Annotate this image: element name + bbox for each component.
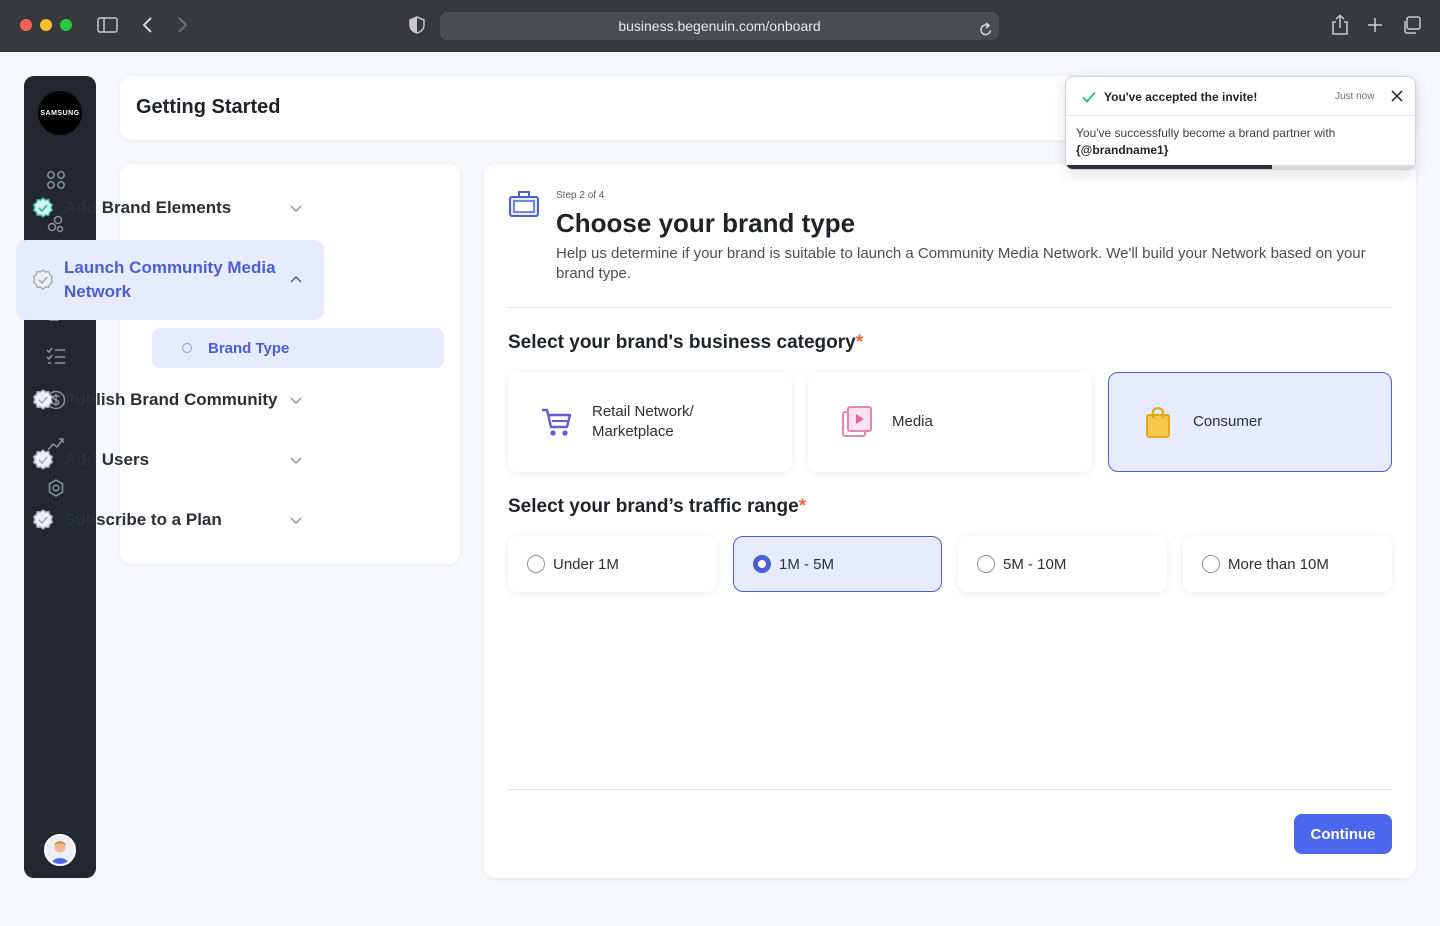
chevron-down-icon bbox=[290, 457, 302, 465]
category-label: Retail Network/ Marketplace bbox=[592, 403, 694, 440]
traffic-label: 5M - 10M bbox=[1003, 555, 1067, 573]
step-label: Subscribe to a Plan bbox=[64, 510, 222, 529]
traffic-label: More than 10M bbox=[1228, 555, 1329, 573]
toast-title: You've accepted the invite! bbox=[1104, 90, 1258, 104]
chevron-down-icon bbox=[290, 397, 302, 405]
brand-logo[interactable]: SAMSUNG bbox=[38, 91, 82, 135]
category-label: Media bbox=[892, 413, 933, 430]
section-title: Choose your brand type bbox=[556, 208, 856, 238]
step-add-brand-elements[interactable]: Add Brand Elements bbox=[16, 188, 324, 228]
invite-accepted-toast: You've accepted the invite! Just now You… bbox=[1065, 76, 1416, 170]
new-tab-icon[interactable] bbox=[1366, 16, 1384, 40]
traffic-option-1m-5m[interactable]: 1M - 5M bbox=[733, 536, 942, 592]
divider bbox=[508, 307, 1392, 308]
media-play-icon bbox=[842, 406, 872, 437]
shopping-cart-icon bbox=[542, 408, 572, 436]
forward-icon[interactable] bbox=[175, 15, 189, 41]
check-badge-pending-icon bbox=[32, 449, 54, 470]
traffic-option-under-1m[interactable]: Under 1M bbox=[508, 536, 717, 592]
back-icon[interactable] bbox=[141, 15, 155, 41]
category-option-media[interactable]: Media bbox=[808, 372, 1092, 472]
traffic-option-more-than-10m[interactable]: More than 10M bbox=[1183, 536, 1392, 592]
category-option-consumer[interactable]: Consumer bbox=[1108, 372, 1392, 472]
substep-label: Brand Type bbox=[208, 339, 290, 357]
url-text: business.begenuin.com/onboard bbox=[618, 18, 821, 34]
step-label: Add Users bbox=[64, 450, 150, 469]
settings-icon[interactable] bbox=[46, 478, 66, 498]
substep-brand-type[interactable]: Brand Type bbox=[152, 328, 444, 368]
brand-logo-text: SAMSUNG bbox=[40, 109, 80, 117]
check-badge-complete-icon bbox=[32, 197, 54, 218]
traffic-heading: Select your brand’s traffic range* bbox=[508, 496, 806, 518]
toast-brand-handle: {@brandname1} bbox=[1076, 143, 1169, 157]
checklist-icon[interactable] bbox=[46, 346, 66, 366]
step-subscribe-to-a-plan[interactable]: Subscribe to a Plan bbox=[16, 500, 324, 540]
step-label: Launch Community Media Network bbox=[64, 258, 276, 301]
radio-button[interactable] bbox=[977, 555, 995, 573]
continue-button[interactable]: Continue bbox=[1294, 814, 1392, 854]
reload-icon[interactable] bbox=[979, 18, 993, 46]
toast-timer-progress bbox=[1066, 165, 1272, 169]
required-mark: * bbox=[855, 332, 864, 353]
radio-button[interactable] bbox=[1202, 555, 1220, 573]
footer-divider bbox=[508, 789, 1392, 790]
shopping-bag-icon bbox=[1146, 407, 1170, 438]
traffic-option-5m-10m[interactable]: 5M - 10M bbox=[958, 536, 1167, 592]
grid-icon[interactable] bbox=[46, 170, 66, 190]
traffic-heading-text: Select your brand’s traffic range bbox=[508, 496, 799, 517]
chevron-up-icon bbox=[290, 275, 302, 283]
step-add-users[interactable]: Add Users bbox=[16, 440, 324, 480]
step-counter: Step 2 of 4 bbox=[556, 190, 605, 201]
category-heading: Select your brand's business category* bbox=[508, 332, 863, 354]
step-label: Publish Brand Community bbox=[64, 390, 278, 409]
toast-message-text: You've successfully become a brand partn… bbox=[1076, 126, 1336, 140]
sidebar-toggle-icon[interactable] bbox=[97, 16, 119, 40]
address-bar[interactable]: business.begenuin.com/onboard bbox=[440, 12, 999, 40]
check-icon bbox=[1082, 91, 1096, 103]
minimize-window-button[interactable] bbox=[40, 19, 52, 31]
check-badge-pending-icon bbox=[32, 269, 54, 290]
category-label: Consumer bbox=[1193, 413, 1263, 430]
category-option-retail[interactable]: Retail Network/ Marketplace bbox=[508, 372, 792, 472]
step-launch-community-media-network[interactable]: Launch Community Media Network bbox=[16, 240, 324, 320]
traffic-label: 1M - 5M bbox=[779, 555, 835, 573]
category-heading-text: Select your brand's business category bbox=[508, 332, 856, 353]
substep-indicator-icon bbox=[182, 343, 192, 353]
user-avatar[interactable] bbox=[44, 834, 76, 866]
chevron-down-icon bbox=[290, 205, 302, 213]
close-icon[interactable] bbox=[1389, 88, 1405, 104]
tab-overview-icon[interactable] bbox=[1402, 16, 1422, 40]
section-description: Help us determine if your brand is suita… bbox=[556, 245, 1366, 282]
zoom-window-button[interactable] bbox=[60, 19, 72, 31]
check-badge-pending-icon bbox=[32, 509, 54, 530]
browser-toolbar: business.begenuin.com/onboard bbox=[0, 0, 1440, 52]
radio-button-selected[interactable] bbox=[753, 555, 771, 573]
briefcase-icon bbox=[509, 191, 539, 217]
toast-divider bbox=[1066, 115, 1415, 116]
toast-timestamp: Just now bbox=[1335, 91, 1375, 102]
share-icon[interactable] bbox=[1331, 14, 1349, 42]
traffic-label: Under 1M bbox=[553, 555, 619, 573]
chevron-down-icon bbox=[290, 517, 302, 525]
step-label: Add Brand Elements bbox=[64, 198, 232, 217]
required-mark: * bbox=[798, 496, 807, 517]
toast-message: You've successfully become a brand partn… bbox=[1076, 125, 1396, 159]
radio-button[interactable] bbox=[527, 555, 545, 573]
brand-type-card: Step 2 of 4 Choose your brand type Help … bbox=[484, 164, 1416, 878]
privacy-shield-icon[interactable] bbox=[409, 16, 425, 40]
check-badge-pending-icon bbox=[32, 389, 54, 410]
page-title: Getting Started bbox=[136, 96, 281, 118]
step-publish-brand-community[interactable]: Publish Brand Community bbox=[16, 380, 324, 420]
close-window-button[interactable] bbox=[20, 19, 32, 31]
